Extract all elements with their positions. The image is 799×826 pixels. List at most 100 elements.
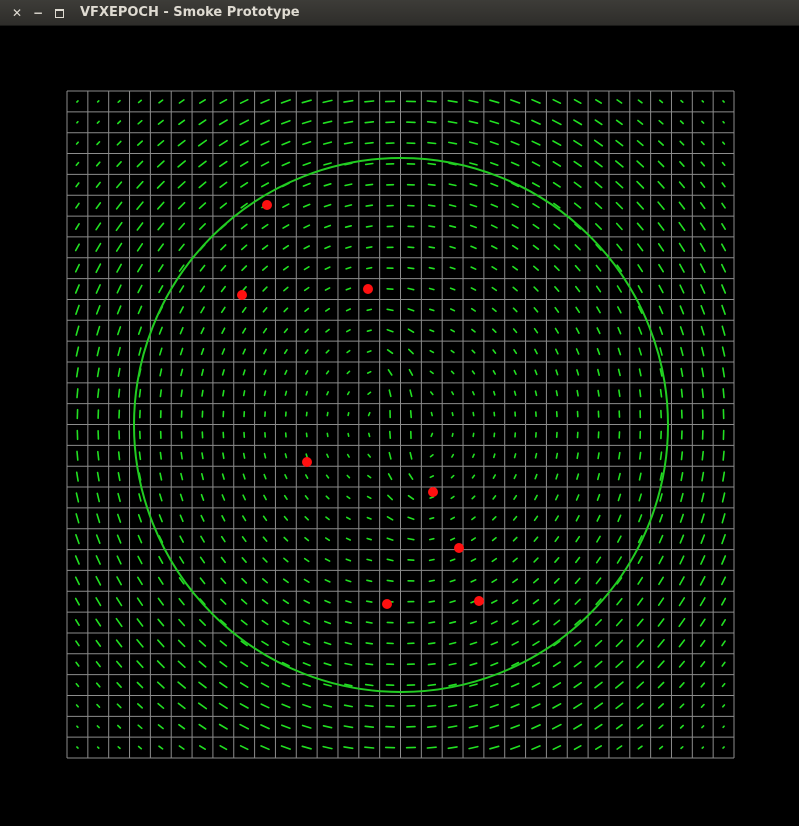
velocity-vector [137, 284, 143, 294]
velocity-vector [492, 349, 497, 354]
velocity-vector [261, 578, 269, 584]
velocity-vector [261, 598, 269, 605]
velocity-vector [177, 681, 186, 689]
velocity-vector [409, 389, 413, 398]
velocity-vector [596, 306, 601, 314]
velocity-vector [221, 514, 226, 522]
velocity-vector [365, 246, 373, 249]
velocity-vector [678, 576, 685, 586]
velocity-vector [720, 243, 727, 252]
velocity-vector [636, 597, 644, 606]
velocity-vector [262, 327, 268, 334]
velocity-vector [364, 100, 375, 103]
velocity-vector [448, 204, 457, 208]
velocity-vector [575, 494, 580, 501]
velocity-vector [699, 639, 706, 647]
velocity-vector [490, 620, 498, 625]
velocity-vector [615, 139, 624, 147]
velocity-vector [241, 306, 247, 313]
velocity-vector [387, 494, 394, 501]
velocity-vector [222, 452, 225, 460]
maximize-button[interactable] [51, 5, 67, 21]
velocity-vector [365, 225, 373, 228]
velocity-vector [138, 388, 142, 398]
velocity-vector [158, 745, 164, 750]
velocity-vector [428, 579, 436, 583]
velocity-vector [636, 201, 645, 210]
velocity-vector [157, 618, 165, 627]
velocity-vector [426, 121, 437, 124]
velocity-vector [116, 305, 122, 315]
velocity-vector [678, 617, 686, 628]
velocity-vector [658, 305, 664, 315]
render-viewport[interactable] [0, 26, 799, 826]
minimize-button[interactable]: − [30, 5, 46, 21]
velocity-vector [595, 577, 602, 585]
velocity-vector [260, 161, 270, 167]
velocity-vector [489, 724, 500, 729]
velocity-vector [200, 493, 205, 502]
velocity-vector [534, 390, 538, 397]
velocity-vector [199, 745, 206, 751]
simulation-canvas[interactable] [0, 26, 799, 826]
velocity-vector [409, 451, 413, 460]
velocity-vector [657, 160, 665, 168]
velocity-vector [596, 535, 601, 543]
velocity-vector [178, 745, 185, 750]
velocity-vector [220, 306, 226, 314]
velocity-vector [552, 140, 562, 146]
velocity-vector [468, 99, 479, 104]
velocity-vector [201, 368, 204, 377]
velocity-vector [428, 266, 435, 270]
velocity-vector [429, 496, 435, 499]
velocity-vector [284, 390, 288, 396]
velocity-vector [447, 141, 458, 145]
velocity-vector [179, 285, 185, 293]
velocity-vector [344, 620, 353, 625]
close-button[interactable]: ✕ [9, 5, 25, 21]
velocity-vector [531, 661, 541, 667]
velocity-vector [449, 600, 456, 604]
velocity-vector [573, 640, 582, 647]
velocity-vector [657, 222, 665, 231]
velocity-vector [343, 704, 354, 708]
velocity-vector [451, 411, 454, 417]
velocity-vector [324, 287, 331, 291]
velocity-vector [426, 725, 437, 729]
velocity-vector [200, 514, 205, 522]
velocity-vector [471, 453, 475, 459]
velocity-vector [489, 141, 499, 146]
velocity-vector [241, 536, 247, 543]
velocity-vector [367, 432, 371, 438]
velocity-vector [427, 162, 437, 166]
velocity-vector [534, 473, 538, 480]
velocity-vector [451, 453, 455, 458]
velocity-vector [615, 222, 623, 231]
smoke-particle [237, 290, 247, 300]
velocity-vector [366, 329, 372, 333]
velocity-vector [323, 641, 332, 646]
velocity-vector [115, 639, 123, 648]
velocity-vector [512, 557, 518, 563]
velocity-vector [177, 201, 186, 210]
velocity-vector [178, 222, 186, 231]
velocity-vector [281, 703, 291, 709]
velocity-vector [240, 619, 248, 626]
velocity-vector [218, 119, 228, 126]
velocity-vector [324, 307, 331, 312]
velocity-vector [323, 620, 332, 625]
velocity-vector [429, 453, 434, 458]
velocity-vector [220, 535, 226, 543]
velocity-vector [178, 597, 185, 606]
velocity-vector [345, 579, 352, 583]
velocity-vector [218, 139, 228, 147]
velocity-vector [326, 432, 329, 438]
velocity-vector [471, 516, 476, 521]
title-bar[interactable]: ✕ − VFXEPOCH - Smoke Prototype [0, 0, 799, 26]
velocity-vector [555, 473, 559, 480]
velocity-vector [322, 745, 333, 750]
velocity-vector [680, 388, 684, 398]
velocity-vector [657, 681, 665, 689]
velocity-vector [159, 493, 163, 502]
velocity-vector [95, 618, 102, 627]
